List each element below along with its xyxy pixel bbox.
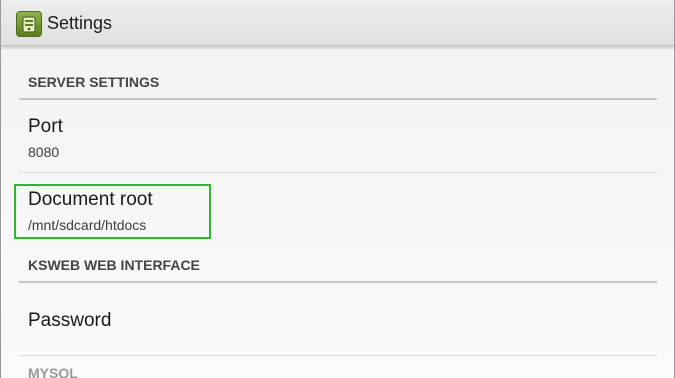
preference-port-value: 8080 xyxy=(28,144,60,160)
action-bar-title: Settings xyxy=(47,13,113,33)
category-ksweb-web-interface: KSWEB WEB INTERFACE xyxy=(19,257,657,283)
preference-port[interactable]: Port 8080 xyxy=(19,100,657,173)
preference-password-title: Password xyxy=(28,310,112,331)
action-bar: Settings xyxy=(1,0,674,46)
highlight-annotation-box xyxy=(14,184,211,239)
preference-port-title: Port xyxy=(28,116,63,137)
category-mysql: MYSQL xyxy=(19,365,657,378)
settings-screen: Settings SERVER SETTINGS Port 8080 Docum… xyxy=(0,0,675,378)
preference-password[interactable]: Password xyxy=(19,284,657,356)
ksweb-app-icon[interactable] xyxy=(16,11,42,37)
category-server-settings: SERVER SETTINGS xyxy=(19,74,657,100)
